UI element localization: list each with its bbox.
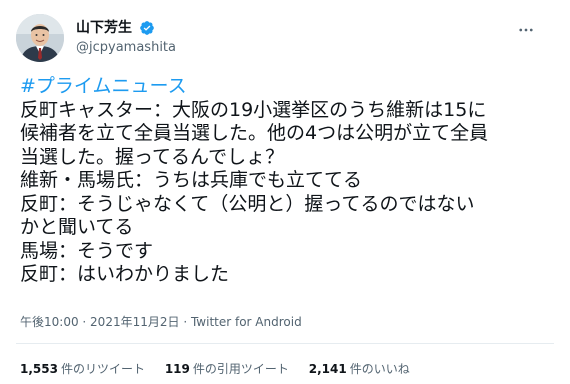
display-name[interactable]: 山下芳生 <box>76 19 132 37</box>
user-block: 山下芳生 @jcpyamashita <box>76 17 176 57</box>
tweet-line: 維新・馬場氏：うちは兵庫でも立ててる <box>20 169 363 191</box>
likes-stat[interactable]: 2,141 件のいいね <box>309 360 410 378</box>
tweet-line: 馬場：そうです <box>20 239 154 262</box>
tweet-header: 山下芳生 @jcpyamashita <box>16 14 554 64</box>
quotes-count: 119 <box>164 362 190 376</box>
divider <box>16 343 554 344</box>
tweet-line: 反町：そうじゃなくて（公明と）握ってるのではない <box>20 192 475 215</box>
verified-badge-icon <box>140 20 154 35</box>
tweet-source[interactable]: Twitter for Android <box>191 315 302 329</box>
avatar-photo <box>16 14 64 62</box>
tweet-time[interactable]: 午後10:00 <box>20 315 79 329</box>
tweet-date[interactable]: 2021年11月2日 <box>90 315 179 329</box>
tweet-detail: 山下芳生 @jcpyamashita #プライムニュース 反町キャスター：大阪の1… <box>0 0 570 384</box>
tweet-stats: 1,553 件のリツイート 119 件の引用ツイート 2,141 件のいいね <box>20 360 426 378</box>
tweet-line: 候補者を立て全員当選した。他の4つは公明が立て全員 <box>20 122 489 144</box>
quotes-label: 件の引用ツイート <box>192 362 289 376</box>
retweets-count: 1,553 <box>20 362 58 376</box>
tweet-line: かと聞いてる <box>20 216 134 238</box>
hashtag-link[interactable]: #プライムニュース <box>20 75 555 99</box>
tweet-line: 反町：はいわかりました <box>20 263 230 285</box>
meta-separator: · <box>78 315 91 329</box>
tweet-meta: 午後10:00 · 2021年11月2日 · Twitter for Andro… <box>20 312 302 332</box>
likes-count: 2,141 <box>308 362 347 376</box>
tweet-line: 反町キャスター：大阪の19小選挙区のうち維新は15に <box>20 98 487 121</box>
likes-label: 件のいいね <box>349 362 410 376</box>
more-horizontal-icon[interactable] <box>514 18 538 42</box>
avatar[interactable] <box>16 14 64 62</box>
retweets-label: 件のリツイート <box>60 362 145 376</box>
user-handle[interactable]: @jcpyamashita <box>76 39 176 57</box>
meta-separator: · <box>179 315 191 329</box>
tweet-line: 当選した。握ってるんでしょ？ <box>20 145 285 168</box>
retweets-stat[interactable]: 1,553 件のリツイート <box>20 360 145 378</box>
tweet-text: #プライムニュース 反町キャスター：大阪の19小選挙区のうち維新は15に 候補者を立… <box>20 75 555 287</box>
quote-tweets-stat[interactable]: 119 件の引用ツイート <box>165 360 289 378</box>
